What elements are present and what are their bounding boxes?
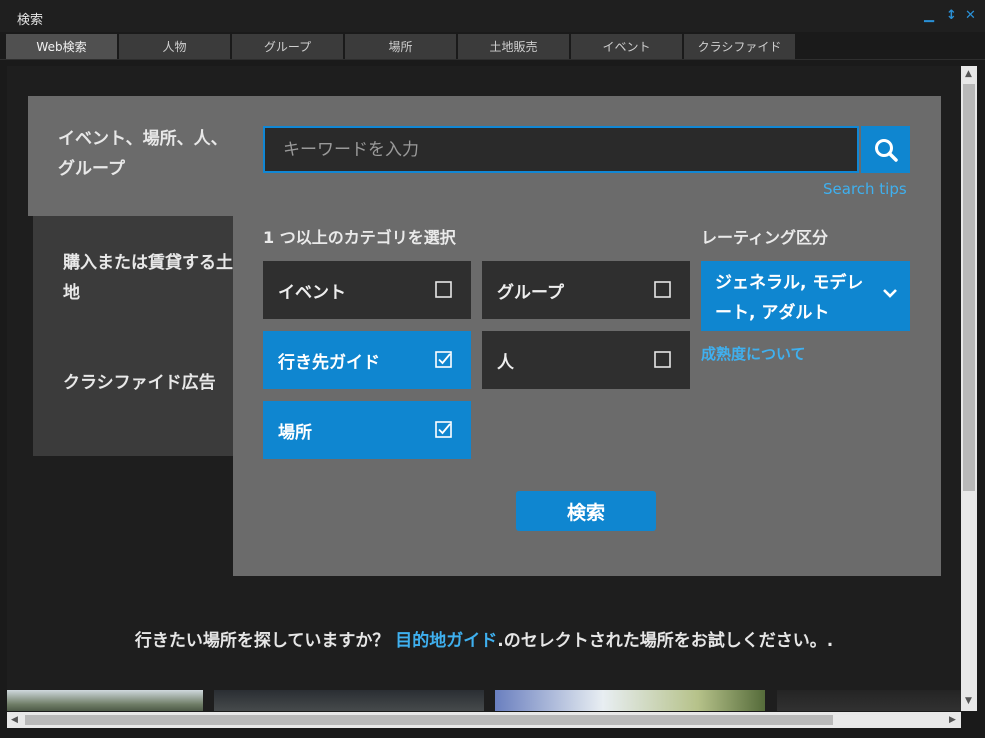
- rating-dropdown[interactable]: ジェネラル, モデレート, アダルト: [701, 261, 910, 331]
- category-people[interactable]: 人: [482, 331, 690, 389]
- category-events[interactable]: イベント: [263, 261, 471, 319]
- vertical-scrollbar[interactable]: ▲ ▼: [961, 66, 977, 711]
- chevron-down-icon: [883, 289, 897, 298]
- maturity-info-link[interactable]: 成熟度について: [701, 343, 806, 364]
- scroll-up-icon[interactable]: ▲: [965, 69, 972, 79]
- thumbnail-image[interactable]: [214, 690, 484, 711]
- tab-web-search[interactable]: Web検索: [6, 34, 117, 59]
- category-label: 行き先ガイド: [278, 352, 380, 373]
- tab-bar: Web検索 人物 グループ 場所 土地販売 イベント クラシファイド: [6, 34, 797, 59]
- destination-guide-promo: 行きたい場所を探していますか？ 目的地ガイド.のセレクトされた場所をお試しくださ…: [7, 626, 961, 651]
- title-bar: 検索 ▁ ↕ ✕: [0, 0, 985, 32]
- tab-groups[interactable]: グループ: [232, 34, 343, 59]
- thumbnail-image[interactable]: [777, 690, 961, 711]
- scroll-right-icon[interactable]: ▶: [949, 715, 956, 725]
- search-icon: [874, 138, 898, 162]
- search-submit-button[interactable]: 検索: [516, 491, 656, 531]
- category-heading: 1 つ以上のカテゴリを選択: [263, 228, 456, 247]
- vertical-scroll-thumb[interactable]: [963, 84, 975, 491]
- tab-places[interactable]: 場所: [345, 34, 456, 59]
- horizontal-scroll-thumb[interactable]: [25, 715, 833, 725]
- window-title: 検索: [17, 13, 44, 28]
- category-label: グループ: [497, 282, 564, 303]
- checkbox-unchecked-icon[interactable]: [654, 281, 671, 298]
- tab-classifieds[interactable]: クラシファイド: [684, 34, 795, 59]
- search-input[interactable]: [281, 138, 857, 161]
- destination-guide-link[interactable]: 目的地ガイド: [395, 631, 497, 651]
- search-panel: Search tips 1 つ以上のカテゴリを選択 イベント グループ 行き先ガ…: [233, 96, 941, 576]
- category-label: イベント: [278, 282, 346, 303]
- thumbnail-strip: [7, 690, 961, 711]
- nav-item-land[interactable]: 購入または賃貸する土地: [33, 216, 233, 336]
- close-icon[interactable]: ✕: [965, 8, 976, 23]
- tab-people[interactable]: 人物: [119, 34, 230, 59]
- search-button[interactable]: [861, 126, 910, 173]
- thumbnail-image[interactable]: [495, 690, 765, 711]
- web-content: Search tips 1 つ以上のカテゴリを選択 イベント グループ 行き先ガ…: [7, 66, 961, 711]
- search-field[interactable]: [263, 126, 859, 173]
- nav-item-events-places-people-groups[interactable]: イベント、場所、人、グループ: [28, 96, 233, 216]
- promo-text-before: 行きたい場所を探していますか？: [134, 631, 396, 651]
- checkbox-checked-icon[interactable]: [435, 351, 452, 368]
- thumbnail-image[interactable]: [7, 690, 203, 711]
- minimize-icon[interactable]: ▁: [924, 8, 934, 23]
- checkbox-unchecked-icon[interactable]: [654, 351, 671, 368]
- scroll-left-icon[interactable]: ◀: [11, 715, 18, 725]
- horizontal-scrollbar[interactable]: ◀ ▶: [7, 712, 961, 728]
- category-groups[interactable]: グループ: [482, 261, 690, 319]
- rating-heading: レーティング区分: [701, 228, 829, 247]
- category-places[interactable]: 場所: [263, 401, 471, 459]
- checkbox-checked-icon[interactable]: [435, 421, 452, 438]
- tab-divider: [0, 59, 985, 60]
- tab-events[interactable]: イベント: [571, 34, 682, 59]
- nav-item-classifieds[interactable]: クラシファイド広告: [33, 336, 233, 456]
- checkbox-unchecked-icon[interactable]: [435, 281, 452, 298]
- tab-land-sales[interactable]: 土地販売: [458, 34, 569, 59]
- category-label: 人: [497, 352, 514, 373]
- scroll-down-icon[interactable]: ▼: [965, 696, 972, 706]
- rating-selected-value: ジェネラル, モデレート, アダルト: [715, 273, 864, 323]
- category-label: 場所: [278, 422, 312, 443]
- restore-icon[interactable]: ↕: [946, 8, 957, 23]
- category-destination-guide[interactable]: 行き先ガイド: [263, 331, 471, 389]
- promo-text-after: .のセレクトされた場所をお試しください。.: [497, 631, 834, 651]
- search-tips-link[interactable]: Search tips: [823, 180, 907, 198]
